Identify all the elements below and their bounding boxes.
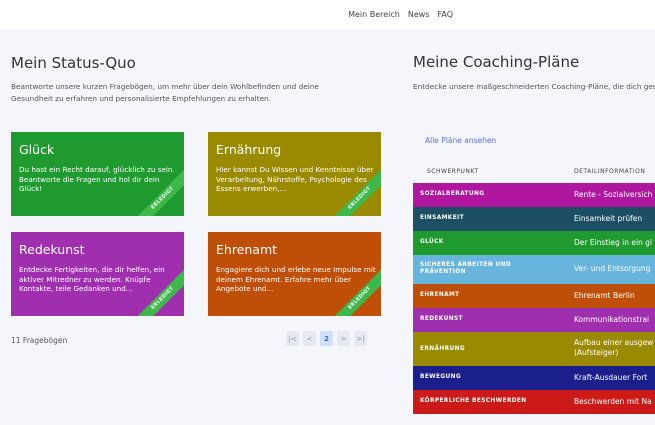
plans-table: SOZIALBERATUNG Rente - Sozialversich EIN… [413, 183, 655, 414]
plan-row[interactable]: REDEKUNST Kommunikationstrai [413, 308, 655, 332]
plan-focus: KÖRPERLICHE BESCHWERDEN [420, 398, 527, 404]
coaching-plans-section: Meine Coaching-Pläne Entdecke unsere maß… [403, 30, 655, 425]
plan-row[interactable]: EINSAMKEIT Einsamkeit prüfen [413, 207, 655, 231]
card-description: Engagiere dich und erlebe neue Impulse m… [216, 265, 376, 293]
plan-row[interactable]: BEWEGUNG Kraft-Ausdauer Fort [413, 366, 655, 390]
plan-row[interactable]: GLÜCK Der Einstieg in ein gl [413, 231, 655, 255]
status-quo-section: Mein Status-Quo Beantworte unsere kurzen… [0, 30, 395, 425]
coaching-title: Meine Coaching-Pläne [413, 53, 580, 71]
card-title: Glück [19, 142, 55, 157]
plan-detail: Der Einstieg in ein gl [574, 238, 653, 247]
card-title: Redekunst [19, 242, 85, 257]
plan-focus: BEWEGUNG [420, 374, 462, 380]
card-title: Ernährung [216, 142, 282, 157]
plan-detail: Aufbau einer ausgew (Aufsteiger) [574, 338, 654, 357]
plan-detail: Einsamkeit prüfen [574, 214, 643, 223]
plan-row[interactable]: SOZIALBERATUNG Rente - Sozialversich [413, 183, 655, 207]
card-description: Hier kannst Du Wissen und Kenntnisse übe… [216, 165, 374, 193]
plan-focus: EINSAMKEIT [420, 215, 464, 221]
nav-news[interactable]: News [408, 10, 430, 19]
previous-page-button[interactable]: < [303, 331, 316, 346]
plan-detail: Kraft-Ausdauer Fort [574, 373, 648, 382]
coaching-intro: Entdecke unsere maßgeschneiderten Coachi… [413, 82, 655, 91]
plan-detail: Beschwerden mit Na [574, 397, 652, 406]
plan-focus: REDEKUNST [420, 316, 463, 322]
plan-row[interactable]: KÖRPERLICHE BESCHWERDEN Beschwerden mit … [413, 390, 655, 414]
card-description: Du hast ein Recht darauf, glücklich zu s… [19, 165, 175, 193]
plan-focus: SICHERES ARBEITEN UND PRÄVENTION [420, 262, 512, 275]
questionnaire-card-redekunst[interactable]: Redekunst Entdecke Fertigkeiten, die dir… [11, 232, 184, 316]
plan-focus: ERNÄHRUNG [420, 346, 465, 352]
main-content: Mein Status-Quo Beantworte unsere kurzen… [0, 30, 655, 425]
questionnaire-card-ernaehrung[interactable]: Ernährung Hier kannst Du Wissen und Kenn… [208, 132, 381, 216]
plan-focus: EHRENAMT [420, 292, 460, 298]
card-description: Entdecke Fertigkeiten, die dir helfen, e… [19, 265, 165, 293]
plan-detail: Ver- und Entsorgung [574, 264, 651, 273]
plan-focus: GLÜCK [420, 239, 444, 245]
all-plans-link[interactable]: Alle Pläne ansehen [425, 136, 496, 145]
plan-detail: Ehrenamt Berlin [574, 291, 635, 300]
plans-table-header: SCHWERPUNKT DETAILINFORMATION [413, 168, 655, 182]
card-title: Ehrenamt [216, 242, 278, 257]
last-page-button[interactable]: >| [354, 331, 367, 346]
first-page-button[interactable]: |< [286, 331, 299, 346]
questionnaire-count: 11 Fragebögen [11, 336, 68, 345]
plan-row[interactable]: SICHERES ARBEITEN UND PRÄVENTION Ver- un… [413, 255, 655, 284]
plan-detail: Kommunikationstrai [574, 315, 650, 324]
current-page-button[interactable]: 2 [320, 331, 333, 346]
header-focus: SCHWERPUNKT [427, 168, 479, 175]
top-navigation: Mein Bereich News FAQ [0, 0, 655, 28]
nav-faq[interactable]: FAQ [438, 10, 454, 19]
status-quo-intro: Beantworte unsere kurzen Fragebögen, um … [11, 82, 319, 103]
pagination: |< < 2 > >| [286, 331, 367, 346]
questionnaire-card-glueck[interactable]: Glück Du hast ein Recht darauf, glücklic… [11, 132, 184, 216]
plan-row[interactable]: EHRENAMT Ehrenamt Berlin [413, 284, 655, 308]
nav-mein-bereich[interactable]: Mein Bereich [348, 10, 400, 19]
plan-focus: SOZIALBERATUNG [420, 191, 485, 197]
status-quo-title: Mein Status-Quo [11, 54, 136, 72]
plan-row[interactable]: ERNÄHRUNG Aufbau einer ausgew (Aufsteige… [413, 332, 655, 366]
questionnaire-card-ehrenamt[interactable]: Ehrenamt Engagiere dich und erlebe neue … [208, 232, 381, 316]
plan-detail: Rente - Sozialversich [574, 190, 653, 199]
next-page-button[interactable]: > [337, 331, 350, 346]
header-detail: DETAILINFORMATION [574, 168, 646, 175]
